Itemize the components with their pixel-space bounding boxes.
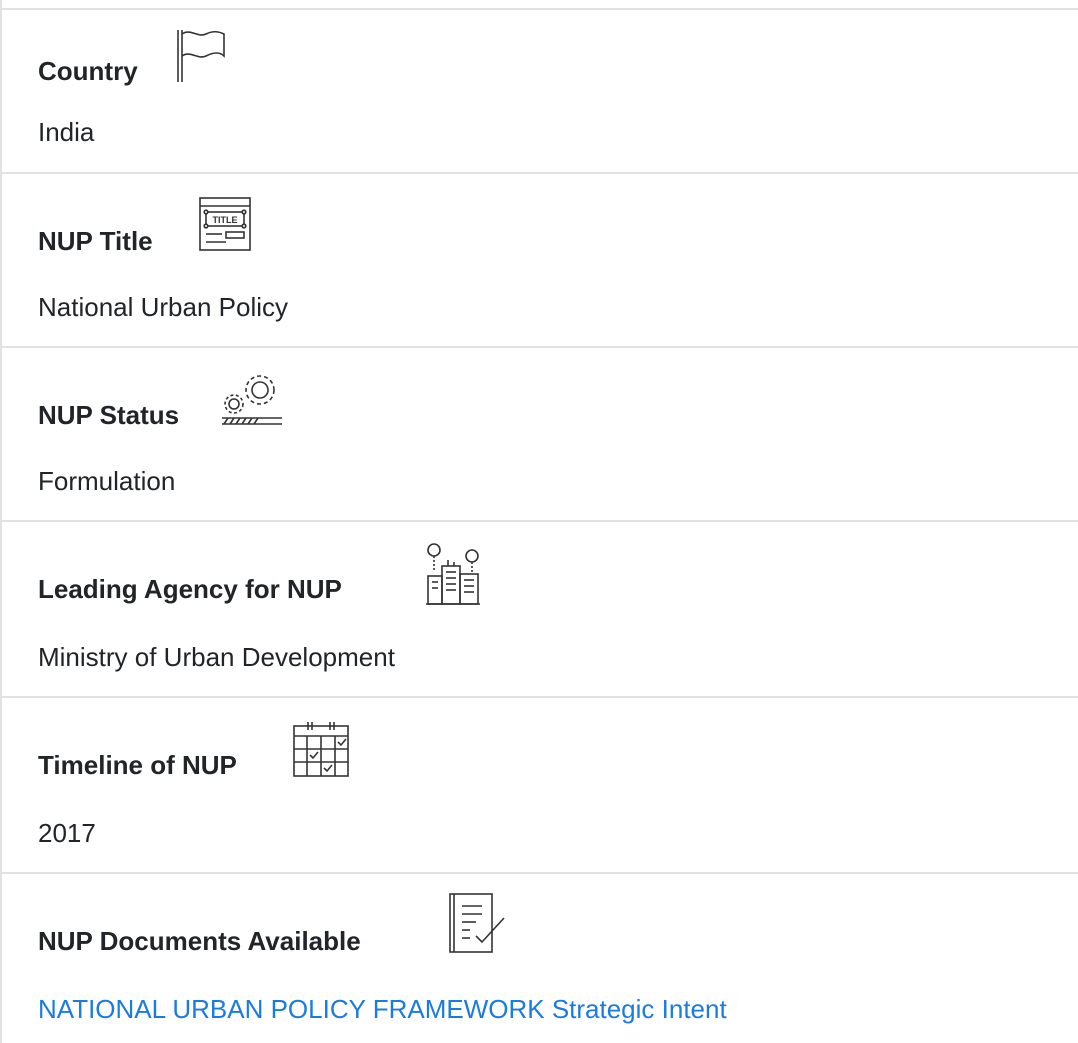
calendar-icon [292,720,350,778]
city-agency-icon [424,542,482,606]
field-value-timeline: 2017 [38,818,96,848]
title-window-icon: TITLE [198,196,252,252]
field-nup-title: NUP Title TITLE National Urban Policy [2,172,1078,348]
field-label-leading-agency: Leading Agency for NUP [38,574,342,604]
field-timeline: Timeline of NUP 2017 [2,696,1078,874]
field-country: Country India [2,8,1078,174]
field-label-nup-status: NUP Status [38,400,180,430]
gears-progress-icon [220,370,284,428]
field-documents: NUP Documents Available NATIONAL URBAN P… [2,872,1078,1043]
field-value-nup-status: Formulation [38,466,176,496]
field-label-nup-title: NUP Title [38,226,153,256]
title-icon-text: TITLE [213,215,238,225]
field-value-country: India [38,117,95,147]
document-check-icon [448,892,506,954]
flag-icon [174,28,226,84]
field-label-timeline: Timeline of NUP [38,750,237,780]
field-nup-status: NUP Status Formulation [2,346,1078,522]
nup-info-panel: Country India NUP Title TITLE National U… [0,0,1078,1043]
field-label-country: Country [38,56,138,86]
field-value-leading-agency: Ministry of Urban Development [38,642,395,672]
field-value-nup-title: National Urban Policy [38,292,289,322]
document-link-national-urban-policy-framework[interactable]: NATIONAL URBAN POLICY FRAMEWORK Strategi… [38,994,727,1024]
field-label-documents: NUP Documents Available [38,926,361,956]
field-leading-agency: Leading Agency for NUP Ministry of Urban… [2,520,1078,698]
